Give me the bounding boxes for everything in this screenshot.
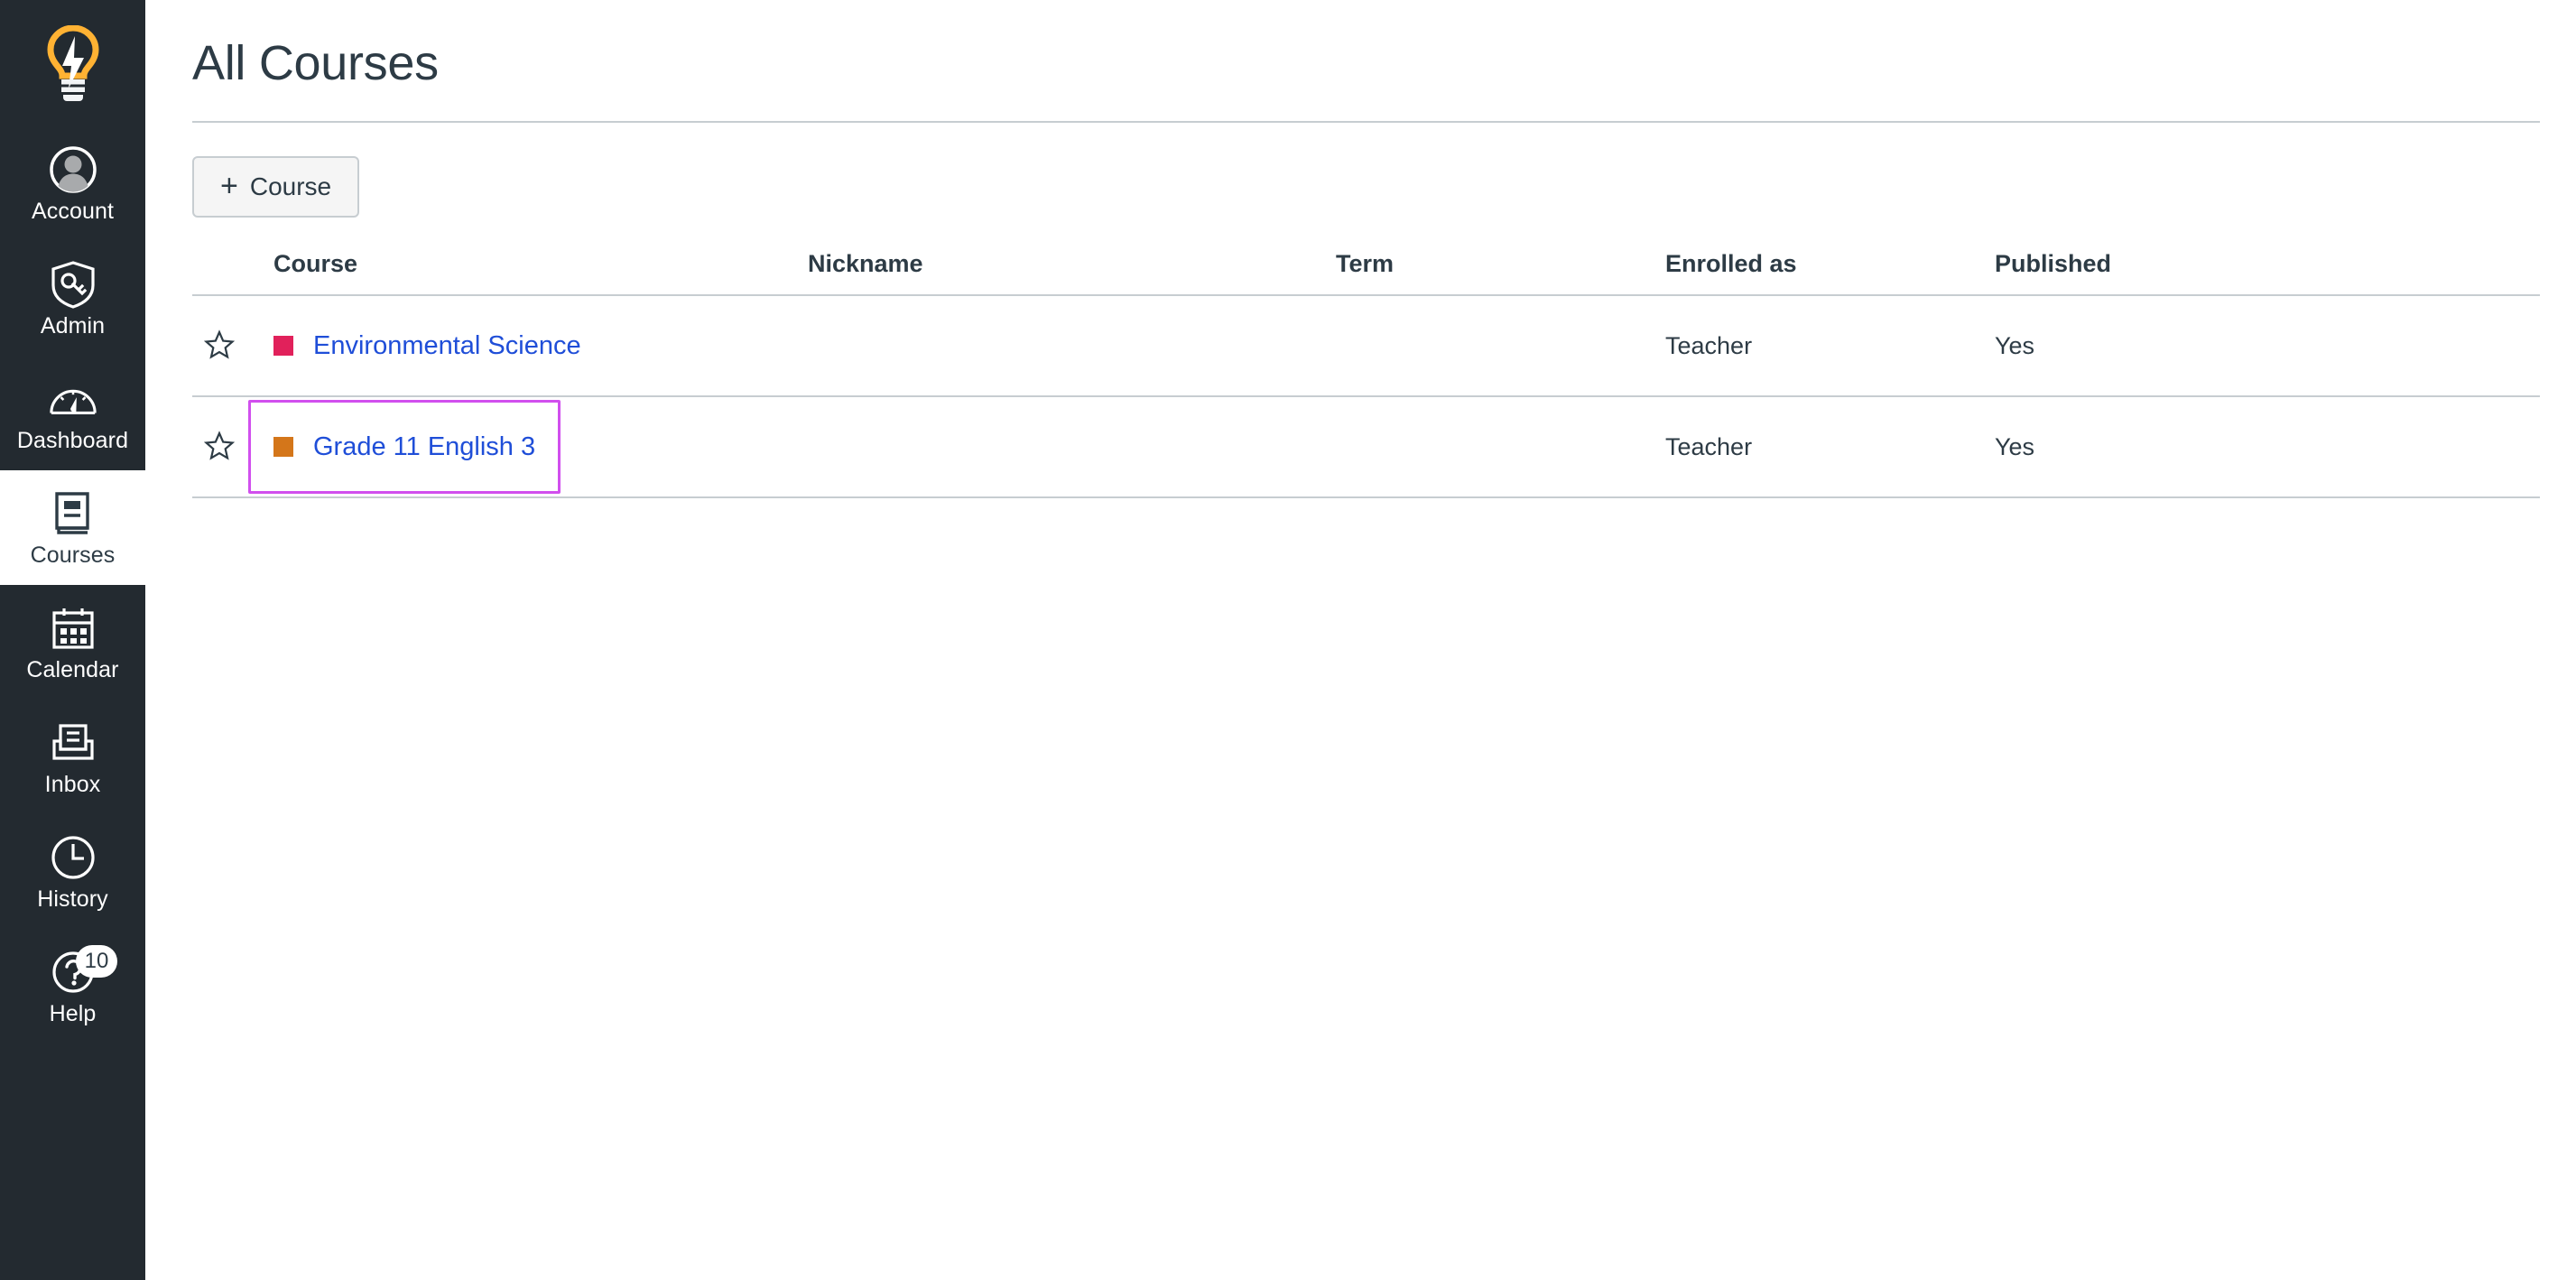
gauge-icon [48,374,98,424]
sidebar-item-label: Inbox [45,774,101,796]
column-header-published: Published [1995,250,2540,295]
sidebar-item-label: Admin [41,315,105,338]
course-link-wrapper: Environmental Science [248,299,607,393]
sidebar-item-account[interactable]: Account [0,126,145,241]
help-notification-badge: 10 [76,945,117,978]
course-name-cell: Grade 11 English 3 [248,396,808,497]
global-navigation-sidebar: Account Admin [0,0,145,1280]
enrolled-as-cell: Teacher [1665,295,1995,396]
plus-icon: + [220,171,238,201]
add-course-button-label: Course [250,174,331,199]
column-header-term: Term [1336,250,1665,295]
course-link-wrapper-focused: Grade 11 English 3 [248,400,561,494]
published-cell: Yes [1995,295,2540,396]
course-name-cell: Environmental Science [248,295,808,396]
favorite-cell [192,396,248,497]
sidebar-item-label: Help [50,1003,97,1025]
column-header-course: Course [248,250,808,295]
shield-key-icon [48,259,98,310]
canvas-all-courses-page: Account Admin [0,0,2576,1280]
inbox-tray-icon [48,718,98,768]
sidebar-item-label: History [37,888,107,911]
sidebar-item-history[interactable]: History [0,814,145,929]
sidebar-item-help[interactable]: 10 Help [0,929,145,1043]
star-outline-icon [204,431,235,461]
main-content: All Courses + Course Course Nickname Ter… [145,0,2576,1280]
page-title: All Courses [192,36,2540,90]
published-cell: Yes [1995,396,2540,497]
clock-icon [48,832,98,883]
column-header-enrolled-as: Enrolled as [1665,250,1995,295]
courses-table-header: Course Nickname Term Enrolled as Publish… [192,250,2540,295]
nickname-cell [808,295,1336,396]
user-avatar-icon [48,144,98,195]
column-header-nickname: Nickname [808,250,1336,295]
favorite-cell [192,295,248,396]
sidebar-item-label: Account [32,200,114,223]
table-row: Environmental Science Teacher Yes [192,295,2540,396]
favorite-star-button[interactable] [199,426,239,466]
course-color-swatch [273,437,293,457]
sidebar-item-label: Courses [31,544,116,567]
sidebar-item-calendar[interactable]: Calendar [0,585,145,700]
book-icon [48,488,98,539]
course-toolbar: + Course [192,123,2540,250]
term-cell [1336,396,1665,497]
calendar-icon [48,603,98,654]
page-header: All Courses [192,0,2540,123]
sidebar-item-admin[interactable]: Admin [0,241,145,356]
course-link[interactable]: Grade 11 English 3 [313,434,535,460]
course-color-swatch [273,336,293,356]
nickname-cell [808,396,1336,497]
sidebar-item-dashboard[interactable]: Dashboard [0,356,145,470]
enrolled-as-cell: Teacher [1665,396,1995,497]
canvas-lightbulb-logo[interactable] [0,0,145,126]
sidebar-item-inbox[interactable]: Inbox [0,700,145,814]
sidebar-item-label: Dashboard [17,430,128,452]
term-cell [1336,295,1665,396]
sidebar-item-courses[interactable]: Courses [0,470,145,585]
courses-table: Course Nickname Term Enrolled as Publish… [192,250,2540,498]
sidebar-item-label: Calendar [26,659,118,682]
star-outline-icon [204,329,235,360]
courses-table-body: Environmental Science Teacher Yes [192,295,2540,497]
add-course-button[interactable]: + Course [192,156,359,218]
table-row: Grade 11 English 3 Teacher Yes [192,396,2540,497]
table-header-row: Course Nickname Term Enrolled as Publish… [192,250,2540,295]
favorite-star-button[interactable] [199,325,239,365]
column-header-star [192,250,248,295]
course-link[interactable]: Environmental Science [313,333,581,359]
